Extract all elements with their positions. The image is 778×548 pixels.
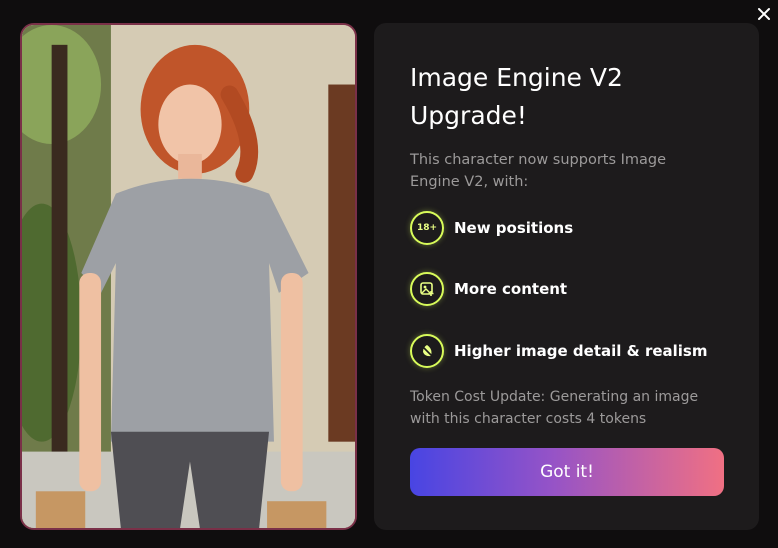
age-18plus-icon: 18+ [410, 211, 444, 245]
feature-label: More content [454, 280, 568, 298]
feature-new-positions: 18+ New positions [410, 211, 573, 245]
image-plus-icon [410, 272, 444, 306]
intro-text: This character now supports Image Engine… [410, 152, 667, 190]
character-image [20, 23, 357, 530]
close-button[interactable] [754, 4, 774, 24]
feature-label: Higher image detail & realism [454, 342, 708, 360]
feature-more-content: More content [410, 272, 567, 306]
upgrade-panel: Image Engine V2 Upgrade! This character … [374, 23, 759, 530]
close-icon [758, 8, 770, 20]
feature-label: New positions [454, 219, 574, 237]
modal-title: Image Engine V2 Upgrade! [410, 63, 623, 130]
leaf-detail-icon [410, 334, 444, 368]
feature-detail-realism: Higher image detail & realism [410, 334, 707, 368]
got-it-button[interactable]: Got it! [410, 448, 724, 496]
token-cost-note: Token Cost Update: Generating an image w… [410, 389, 699, 427]
